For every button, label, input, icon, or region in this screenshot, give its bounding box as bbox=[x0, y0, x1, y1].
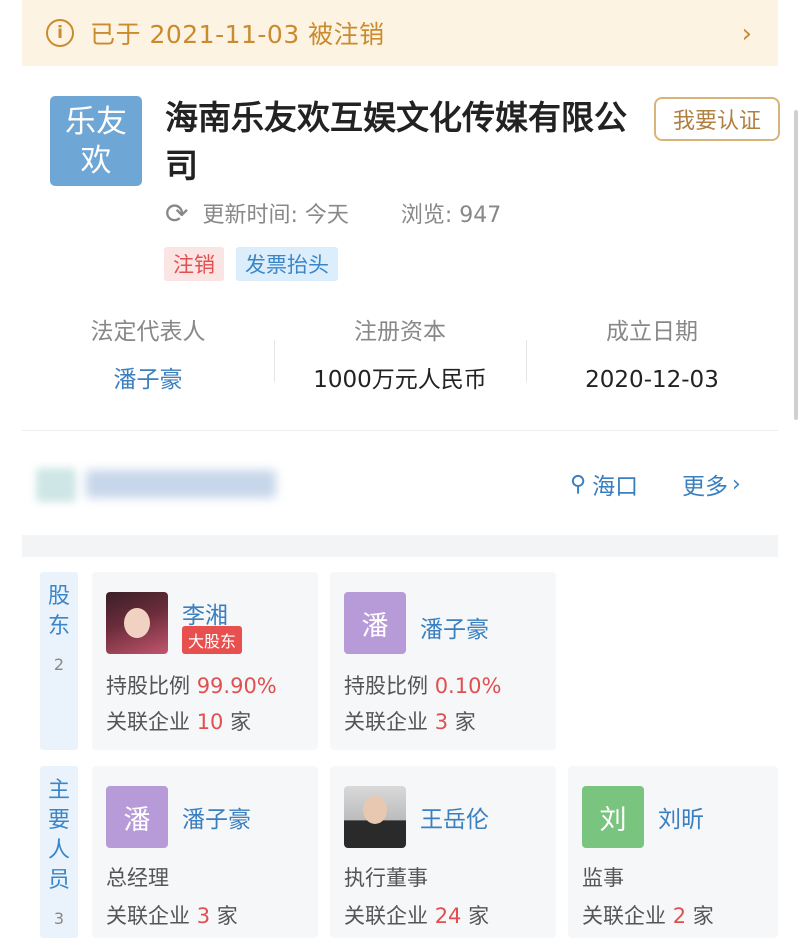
address-row: ⚲ 海口 更多 › bbox=[22, 452, 778, 514]
divider bbox=[22, 430, 778, 431]
avatar bbox=[106, 592, 168, 654]
assoc-count: 3 bbox=[434, 710, 449, 734]
assoc-unit: 家 bbox=[692, 904, 714, 928]
assoc-label: 关联企业 bbox=[106, 904, 190, 928]
assoc-unit: 家 bbox=[468, 904, 490, 928]
chevron-right-icon: › bbox=[741, 19, 752, 49]
share-ratio: 持股比例 99.90% bbox=[106, 670, 277, 700]
personnel-card[interactable]: 潘 潘子豪 总经理 关联企业 3 家 bbox=[92, 766, 318, 938]
location-pin-icon: ⚲ bbox=[570, 471, 587, 497]
avatar: 潘 bbox=[106, 786, 168, 848]
status-tag-cancelled: 注销 bbox=[164, 247, 224, 281]
invoice-title-tag[interactable]: 发票抬头 bbox=[236, 247, 338, 281]
side-label-char: 股 bbox=[47, 584, 70, 609]
blurred-text bbox=[86, 470, 276, 498]
shareholders-side-tab[interactable]: 股 东 2 bbox=[40, 572, 78, 750]
major-shareholder-badge: 大股东 bbox=[182, 626, 243, 654]
company-name: 海南乐友欢互娱文化传媒有限公司 bbox=[165, 98, 627, 185]
blurred-icon bbox=[36, 468, 76, 502]
personnel-count: 3 bbox=[53, 909, 65, 928]
avatar: 潘 bbox=[344, 592, 406, 654]
legal-rep-label: 法定代表人 bbox=[90, 319, 206, 345]
legal-rep-column: 法定代表人 潘子豪 bbox=[22, 310, 274, 410]
personnel-card[interactable]: 王岳伦 执行董事 关联企业 24 家 bbox=[330, 766, 556, 938]
more-label: 更多 bbox=[682, 474, 728, 500]
share-ratio-label: 持股比例 bbox=[344, 674, 428, 698]
basic-info-grid: 法定代表人 潘子豪 注册资本 1000万元人民币 成立日期 2020-12-03 bbox=[22, 310, 778, 410]
associated-companies: 关联企业 2 家 bbox=[582, 900, 714, 930]
person-name[interactable]: 刘昕 bbox=[658, 800, 704, 834]
share-ratio-label: 持股比例 bbox=[106, 674, 190, 698]
personnel-card[interactable]: 刘 刘昕 监事 关联企业 2 家 bbox=[568, 766, 778, 938]
assoc-count: 10 bbox=[196, 710, 224, 734]
avatar: 刘 bbox=[582, 786, 644, 848]
view-count: 浏览: 947 bbox=[400, 203, 502, 228]
personnel-side-tab[interactable]: 主 要 人 员 3 bbox=[40, 766, 78, 938]
notice-text: 已于 2021-11-03 被注销 bbox=[90, 20, 385, 49]
person-name[interactable]: 王岳伦 bbox=[420, 800, 489, 834]
associated-companies: 关联企业 10 家 bbox=[106, 706, 251, 736]
assoc-label: 关联企业 bbox=[106, 710, 190, 734]
share-ratio-value: 0.10% bbox=[434, 674, 502, 698]
chevron-right-icon: › bbox=[732, 471, 741, 497]
assoc-count: 2 bbox=[672, 904, 687, 928]
logo-line-1: 乐友 bbox=[65, 104, 127, 140]
avatar-face bbox=[124, 608, 150, 638]
shareholder-card[interactable]: 李湘 大股东 持股比例 99.90% 关联企业 10 家 bbox=[92, 572, 318, 750]
associated-companies: 关联企业 24 家 bbox=[344, 900, 489, 930]
founded-column: 成立日期 2020-12-03 bbox=[526, 310, 778, 410]
founded-label: 成立日期 bbox=[606, 319, 698, 345]
capital-label: 注册资本 bbox=[354, 319, 446, 345]
meta-row: ⟳ 更新时间: 今天 浏览: 947 bbox=[165, 195, 501, 231]
shareholder-card[interactable]: 潘 潘子豪 持股比例 0.10% 关联企业 3 家 bbox=[330, 572, 556, 750]
assoc-label: 关联企业 bbox=[344, 904, 428, 928]
side-label-char: 人 bbox=[47, 838, 70, 863]
logo-line-2: 欢 bbox=[80, 143, 112, 179]
location-city: 海口 bbox=[592, 474, 639, 500]
assoc-unit: 家 bbox=[216, 904, 238, 928]
assoc-unit: 家 bbox=[230, 710, 252, 734]
side-label-char: 东 bbox=[47, 614, 70, 639]
share-ratio: 持股比例 0.10% bbox=[344, 670, 501, 700]
person-role: 监事 bbox=[582, 866, 624, 890]
person-role: 总经理 bbox=[106, 866, 169, 890]
avatar bbox=[344, 786, 406, 848]
legal-rep-link[interactable]: 潘子豪 bbox=[22, 360, 274, 400]
section-separator bbox=[22, 535, 778, 557]
assoc-label: 关联企业 bbox=[344, 710, 428, 734]
shareholder-name[interactable]: 潘子豪 bbox=[420, 610, 489, 644]
side-label-char: 主 bbox=[47, 778, 70, 803]
cancellation-notice[interactable]: i 已于 2021-11-03 被注销 › bbox=[22, 0, 778, 66]
more-link[interactable]: 更多 › bbox=[682, 464, 741, 504]
scrollbar[interactable] bbox=[794, 110, 798, 420]
capital-column: 注册资本 1000万元人民币 bbox=[274, 310, 526, 410]
side-label-char: 要 bbox=[47, 808, 70, 833]
certify-button[interactable]: 我要认证 bbox=[654, 97, 780, 141]
share-ratio-value: 99.90% bbox=[196, 674, 277, 698]
assoc-count: 3 bbox=[196, 904, 211, 928]
founded-value: 2020-12-03 bbox=[585, 367, 719, 393]
refresh-icon[interactable]: ⟳ bbox=[165, 197, 188, 230]
info-icon: i bbox=[46, 19, 74, 47]
person-role: 执行董事 bbox=[344, 866, 428, 890]
update-time: 更新时间: 今天 bbox=[202, 203, 349, 228]
associated-companies: 关联企业 3 家 bbox=[344, 706, 476, 736]
company-logo: 乐友 欢 bbox=[50, 96, 142, 186]
capital-value: 1000万元人民币 bbox=[313, 367, 487, 393]
assoc-count: 24 bbox=[434, 904, 462, 928]
side-label-char: 员 bbox=[47, 868, 70, 893]
assoc-label: 关联企业 bbox=[582, 904, 666, 928]
person-name[interactable]: 潘子豪 bbox=[182, 800, 251, 834]
shareholder-name[interactable]: 李湘 bbox=[182, 596, 228, 630]
assoc-unit: 家 bbox=[454, 710, 476, 734]
avatar-face bbox=[363, 796, 387, 824]
location-link[interactable]: ⚲ 海口 bbox=[570, 464, 638, 504]
shareholder-count: 2 bbox=[53, 655, 65, 674]
associated-companies: 关联企业 3 家 bbox=[106, 900, 238, 930]
